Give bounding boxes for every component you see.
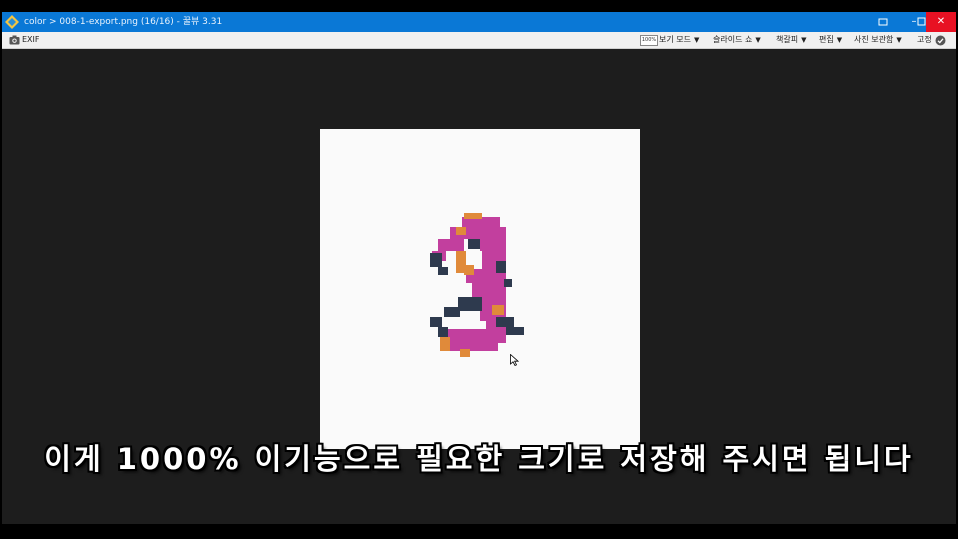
- sprite-pixel-orange: [460, 349, 470, 357]
- sprite-pixel-navy: [438, 327, 448, 337]
- sprite-pixel-navy: [506, 327, 524, 335]
- chevron-down-icon: ▼: [896, 36, 902, 44]
- edit-menu[interactable]: 편집 ▼: [819, 32, 842, 48]
- slideshow-menu[interactable]: 슬라이드 쇼 ▼: [713, 32, 761, 48]
- photo-archive-label: 사진 보관함: [854, 35, 894, 44]
- chevron-down-icon: ▼: [836, 36, 843, 44]
- sprite-pixel-navy: [430, 253, 442, 267]
- view-mode-label: 보기 모드: [659, 35, 691, 44]
- sprite-pixel-navy: [444, 307, 460, 317]
- app-icon[interactable]: [5, 15, 19, 29]
- view-mode-menu[interactable]: 보기 모드 ▼: [659, 32, 699, 48]
- pin-check-icon[interactable]: [935, 35, 946, 46]
- sprite-pixel-orange: [492, 305, 504, 315]
- sprite-pixel-orange: [464, 213, 482, 219]
- mouse-cursor-icon: [510, 354, 519, 366]
- close-icon[interactable]: ✕: [926, 12, 956, 32]
- pin-button[interactable]: 고정: [917, 32, 932, 48]
- chevron-down-icon: ▼: [801, 36, 807, 44]
- title-bar[interactable]: color > 008-1-export.png (16/16) - 꿀뷰 3.…: [2, 12, 956, 32]
- bookmark-label: 책갈피: [776, 35, 799, 44]
- sprite-pixel-navy: [438, 267, 448, 275]
- sprite-pixel-magenta: [472, 283, 506, 299]
- sprite-pixel-orange: [440, 337, 450, 351]
- sprite-pixel-navy: [496, 261, 506, 273]
- edit-label: 편집: [819, 35, 834, 44]
- subtitle-caption: 이게 1000% 이기능으로 필요한 크기로 저장해 주시면 됩니다: [44, 442, 914, 476]
- sprite-pixel-magenta: [450, 343, 498, 351]
- photo-archive-menu[interactable]: 사진 보관함 ▼: [854, 32, 902, 48]
- exif-button[interactable]: EXIF: [22, 32, 40, 48]
- sprite-pixel-magenta: [444, 329, 506, 343]
- sprite-pixel-magenta: [438, 239, 464, 251]
- sprite-pixel-orange: [456, 227, 466, 235]
- sprite-pixel-navy: [458, 297, 482, 311]
- chevron-down-icon: ▼: [755, 36, 761, 44]
- sprite-pixel-orange: [464, 265, 474, 275]
- chevron-down-icon: ▼: [693, 36, 700, 44]
- window-title: color > 008-1-export.png (16/16) - 꿀뷰 3.…: [24, 17, 223, 27]
- sprite-pixel-magenta: [480, 239, 506, 251]
- zoom-badge: 100%: [640, 35, 658, 46]
- bookmark-menu[interactable]: 책갈피 ▼: [776, 32, 806, 48]
- slideshow-label: 슬라이드 쇼: [713, 35, 753, 44]
- sprite-pixel-navy: [468, 239, 480, 249]
- camera-icon[interactable]: [9, 35, 20, 45]
- a-icon[interactable]: [870, 12, 896, 32]
- sprite-pixel-navy: [496, 317, 514, 327]
- pin-label: 고정: [917, 35, 932, 44]
- pixel-art-number-3: [430, 213, 524, 357]
- image-canvas: [320, 129, 640, 449]
- sprite-pixel-navy: [504, 279, 512, 287]
- toolbar: EXIF 100% 보기 모드 ▼ 슬라이드 쇼 ▼ 책갈피 ▼ 편집 ▼ 사진 보관함…: [2, 32, 956, 49]
- sprite-pixel-navy: [430, 317, 442, 327]
